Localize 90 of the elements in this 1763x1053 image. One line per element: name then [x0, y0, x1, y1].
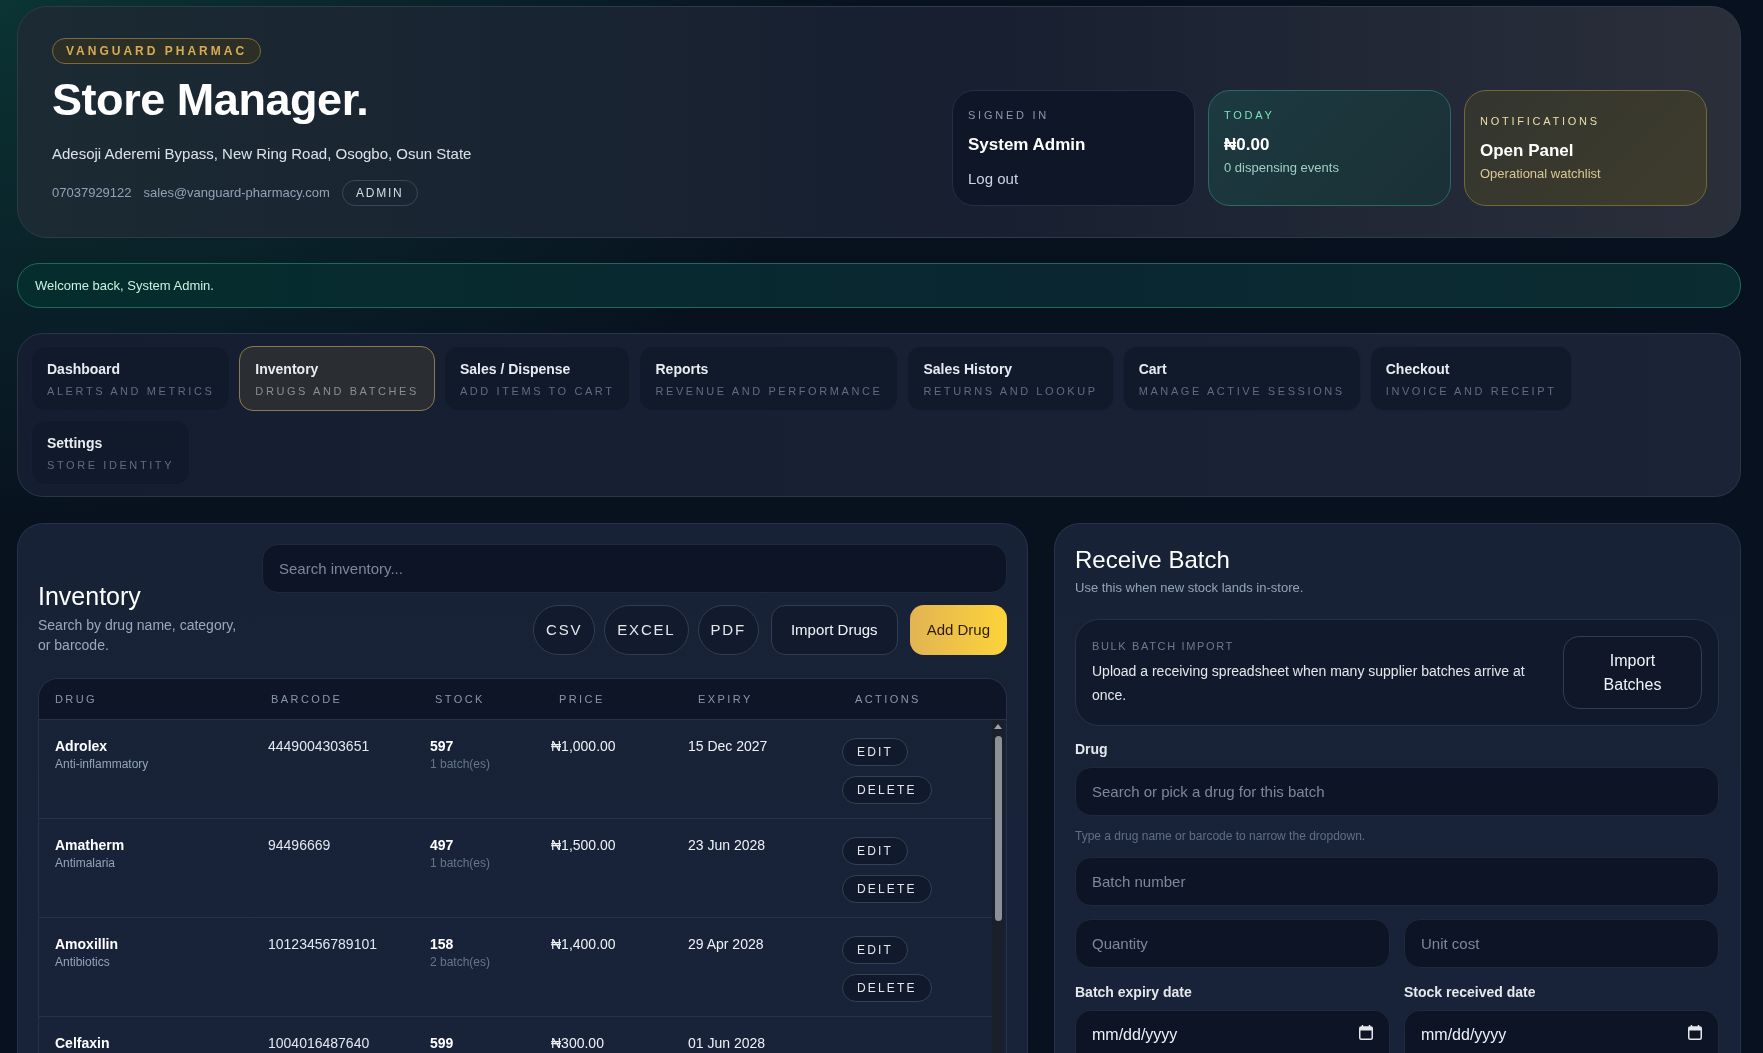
scrollbar[interactable]: [992, 720, 1004, 1053]
price: ₦1,000.00: [551, 737, 616, 756]
date-field[interactable]: mm/dd/yyyy: [1404, 1010, 1719, 1053]
barcode: 10123456789101: [268, 935, 377, 954]
brand-badge: VANGUARD PHARMAC: [52, 38, 262, 64]
stock-count: 497: [430, 836, 454, 855]
column-header: EXPIRY: [698, 691, 753, 707]
card-title: System Admin: [968, 134, 1087, 156]
row-action-button[interactable]: DELETE: [842, 776, 932, 804]
batch-count: 2 batch(es): [430, 954, 491, 970]
section-label: BULK BATCH IMPORT: [1092, 638, 1235, 653]
card-label: TODAY: [1224, 108, 1276, 123]
row-action-button[interactable]: EDIT: [842, 837, 908, 865]
export-button[interactable]: CSV: [533, 605, 596, 655]
drug-name: Amoxillin: [55, 935, 118, 954]
import-batches-button[interactable]: Import Batches: [1563, 636, 1702, 709]
card-title: ₦0.00: [1224, 134, 1271, 156]
unit-cost-field[interactable]: Unit cost: [1404, 919, 1719, 968]
search-field[interactable]: Search inventory...: [262, 544, 1007, 593]
email-address: sales@vanguard-pharmacy.com: [143, 184, 330, 203]
scroll-up-arrow-icon[interactable]: [994, 724, 1002, 729]
column-header: STOCK: [435, 691, 485, 707]
column-header: ACTIONS: [855, 691, 921, 707]
card-title: Open Panel: [1480, 139, 1575, 162]
stock-count: 599: [430, 1034, 454, 1053]
section-description: Use this when new stock lands in-store.: [1075, 579, 1305, 597]
expiry-date: 15 Dec 2027: [688, 737, 768, 756]
field-label: Batch expiry date: [1075, 983, 1193, 1002]
nav-tab[interactable]: Cart MANAGE ACTIVE SESSIONS: [1122, 346, 1361, 411]
export-button[interactable]: PDF: [697, 605, 759, 655]
nav-tab[interactable]: Sales History RETURNS AND LOOKUP: [907, 346, 1114, 411]
card-subtitle: 0 dispensing events: [1224, 159, 1340, 177]
phone-number: 07037929122: [52, 184, 132, 203]
row-action-button[interactable]: EDIT: [842, 738, 908, 766]
page-title: Store Manager.: [52, 75, 369, 125]
notifications-card[interactable]: NOTIFICATIONS Open Panel Operational watchlist: [1464, 90, 1707, 206]
calendar-icon[interactable]: [1359, 1025, 1373, 1040]
logout-link[interactable]: Log out: [968, 168, 1019, 190]
price: ₦1,400.00: [551, 935, 616, 954]
card-label: NOTIFICATIONS: [1480, 113, 1601, 129]
batch-number-field[interactable]: Batch number: [1075, 857, 1719, 906]
drug-name: Amatherm: [55, 836, 125, 855]
section-description: Search by drug name, category, or barcode.: [38, 616, 238, 655]
drug-name: Adrolex: [55, 737, 108, 756]
row-action-button[interactable]: DELETE: [842, 974, 932, 1002]
nav-tab[interactable]: Inventory DRUGS AND BATCHES: [239, 346, 435, 411]
section-title: Inventory: [38, 581, 142, 611]
store-address: Adesoji Aderemi Bypass, New Ring Road, Osogbo, Osun State: [52, 144, 472, 164]
barcode: 94496669: [268, 836, 331, 855]
expiry-date: 29 Apr 2028: [688, 935, 764, 954]
welcome-banner: Welcome back, System Admin.: [17, 263, 1741, 308]
stock-count: 158: [430, 935, 454, 954]
calendar-icon[interactable]: [1688, 1025, 1702, 1040]
add-button[interactable]: Add Drug: [909, 605, 1007, 655]
quantity-field[interactable]: Quantity: [1075, 919, 1390, 968]
nav-tab[interactable]: Settings STORE IDENTITY: [31, 420, 191, 485]
batch-count: 1 batch(es): [430, 756, 491, 772]
price: ₦300.00: [551, 1034, 604, 1053]
drug-category: Antibiotics: [55, 954, 110, 970]
field-hint: Type a drug name or barcode to narrow the dropdown.: [1075, 828, 1367, 844]
field-label: Drug: [1075, 740, 1109, 759]
field-label: Stock received date: [1404, 983, 1537, 1002]
row-action-button[interactable]: DELETE: [842, 875, 932, 903]
import-button[interactable]: Import Drugs: [770, 605, 898, 655]
scrollbar-thumb[interactable]: [994, 736, 1002, 921]
nav-tab[interactable]: Reports REVENUE AND PERFORMANCE: [639, 346, 899, 411]
column-header: DRUG: [55, 691, 98, 707]
card-label: SIGNED IN: [968, 108, 1050, 123]
barcode: 4449004303651: [268, 737, 370, 756]
drug-search-field[interactable]: Search or pick a drug for this batch: [1075, 767, 1719, 816]
drug-category: Antimalaria: [55, 855, 116, 871]
date-field[interactable]: mm/dd/yyyy: [1075, 1010, 1390, 1053]
expiry-date: 01 Jun 2028: [688, 1034, 766, 1053]
row-action-button[interactable]: EDIT: [842, 936, 908, 964]
expiry-date: 23 Jun 2028: [688, 836, 766, 855]
nav-tab[interactable]: Dashboard ALERTS AND METRICS: [31, 346, 231, 411]
price: ₦1,500.00: [551, 836, 616, 855]
stock-count: 597: [430, 737, 454, 756]
column-header: BARCODE: [271, 691, 343, 707]
batch-count: 1 batch(es): [430, 855, 491, 871]
nav-tab[interactable]: Sales / Dispense ADD ITEMS TO CART: [443, 346, 631, 411]
section-title: Receive Batch: [1075, 545, 1231, 575]
column-header: PRICE: [559, 691, 605, 707]
export-button[interactable]: EXCEL: [604, 605, 689, 655]
barcode: 1004016487640: [268, 1034, 370, 1053]
bulk-import-description: Upload a receiving spreadsheet when many supplier batches arrive at once.: [1092, 661, 1526, 705]
nav-tab[interactable]: Checkout INVOICE AND RECEIPT: [1369, 346, 1573, 411]
drug-category: Anti-inflammatory: [55, 756, 149, 772]
drug-name: Celfaxin: [55, 1034, 110, 1053]
card-subtitle: Operational watchlist: [1480, 164, 1602, 183]
